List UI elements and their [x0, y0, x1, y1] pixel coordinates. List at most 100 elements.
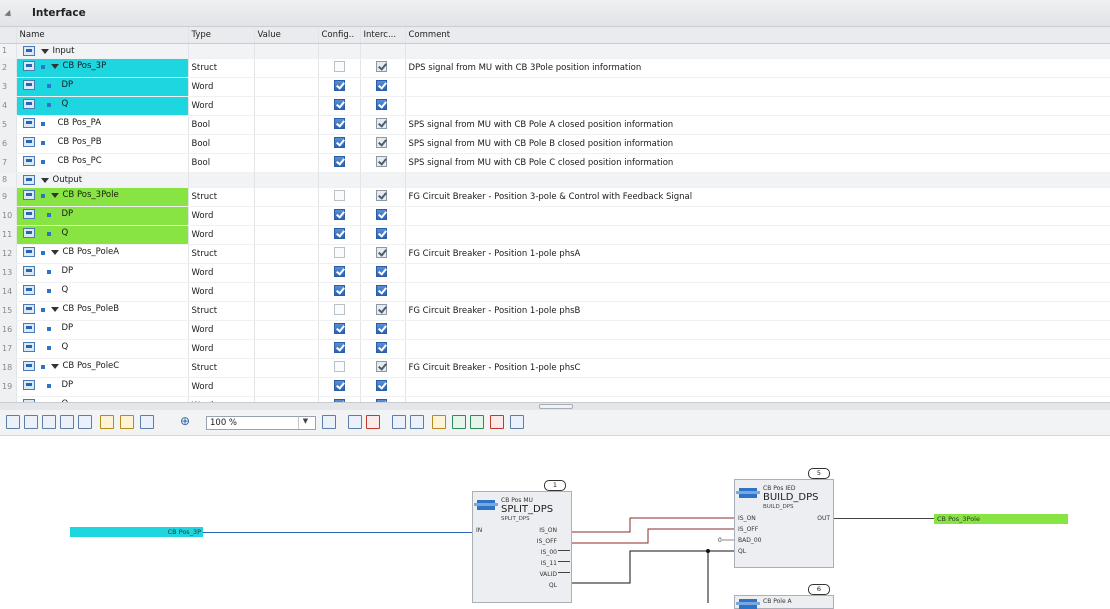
comment-cell[interactable] — [405, 282, 1110, 302]
type-cell[interactable] — [188, 172, 255, 188]
network-icon[interactable] — [78, 415, 92, 429]
value-cell[interactable] — [254, 187, 319, 207]
interconnect-checkbox[interactable] — [375, 360, 387, 372]
value-cell[interactable] — [254, 358, 319, 378]
interconnect-checkbox[interactable] — [375, 98, 387, 110]
table-row[interactable]: 19 DP Word — [0, 377, 1110, 397]
interconnect-checkbox[interactable] — [375, 60, 387, 72]
config-checkbox[interactable] — [333, 360, 345, 372]
comment-cell[interactable] — [405, 339, 1110, 359]
value-cell[interactable] — [254, 282, 319, 302]
comment-cell[interactable] — [405, 172, 1110, 188]
compile-icon[interactable] — [100, 415, 114, 429]
config-checkbox[interactable] — [333, 379, 345, 391]
expand-arrow-icon[interactable] — [40, 177, 49, 183]
config-checkbox[interactable] — [333, 155, 345, 167]
table-row[interactable]: 14 Q Word — [0, 282, 1110, 302]
name-cell[interactable]: CB Pos_PoleA — [16, 244, 189, 264]
interconnect-checkbox[interactable] — [375, 136, 387, 148]
wire-ql[interactable] — [572, 550, 734, 584]
value-cell[interactable] — [254, 96, 319, 116]
type-cell[interactable]: Word — [188, 377, 255, 397]
comment-cell[interactable] — [405, 225, 1110, 245]
config-checkbox[interactable] — [333, 265, 345, 277]
value-cell[interactable] — [254, 320, 319, 340]
interconnect-checkbox[interactable] — [375, 117, 387, 129]
splitter-grip-icon[interactable] — [539, 404, 573, 409]
name-cell[interactable]: Q — [16, 96, 189, 116]
config-checkbox[interactable] — [333, 208, 345, 220]
jump-icon[interactable] — [470, 415, 484, 429]
lock-icon[interactable] — [490, 415, 504, 429]
type-cell[interactable]: Word — [188, 225, 255, 245]
interconnect-checkbox[interactable] — [375, 265, 387, 277]
type-cell[interactable]: Struct — [188, 58, 255, 78]
comment-cell[interactable]: DPS signal from MU with CB 3Pole positio… — [405, 58, 1110, 78]
expand-arrow-icon[interactable] — [50, 363, 59, 369]
routing-icon[interactable] — [392, 415, 406, 429]
interconnect-checkbox[interactable] — [375, 322, 387, 334]
type-cell[interactable]: Word — [188, 320, 255, 340]
config-checkbox[interactable] — [333, 341, 345, 353]
type-cell[interactable]: Bool — [188, 115, 255, 135]
name-cell[interactable]: DP — [16, 377, 189, 397]
type-cell[interactable]: Struct — [188, 358, 255, 378]
value-cell[interactable] — [254, 244, 319, 264]
name-cell[interactable]: CB Pos_PB — [16, 134, 189, 154]
value-cell[interactable] — [254, 115, 319, 135]
table-row[interactable]: 8 Output — [0, 172, 1110, 188]
value-cell[interactable] — [254, 206, 319, 226]
config-checkbox[interactable] — [333, 322, 345, 334]
expand-arrow-icon[interactable] — [50, 249, 59, 255]
interconnect-checkbox[interactable] — [375, 79, 387, 91]
grid-icon[interactable] — [60, 415, 74, 429]
interconnect-checkbox[interactable] — [375, 246, 387, 258]
config-checkbox[interactable] — [333, 117, 345, 129]
config-checkbox[interactable] — [333, 79, 345, 91]
value-cell[interactable] — [254, 77, 319, 97]
name-cell[interactable]: DP — [16, 320, 189, 340]
expand-arrow-icon[interactable] — [50, 306, 59, 312]
table-row[interactable]: 16 DP Word — [0, 320, 1110, 340]
config-checkbox[interactable] — [333, 136, 345, 148]
interconnection-icon[interactable] — [410, 415, 424, 429]
interface-table[interactable]: Name Type Value Config.. Interc... Comme… — [0, 27, 1110, 402]
type-cell[interactable]: Bool — [188, 153, 255, 173]
value-cell[interactable] — [254, 134, 319, 154]
table-row[interactable]: 3 DP Word — [0, 77, 1110, 97]
table-row[interactable]: 12 CB Pos_PoleA Struct FG Circuit Breaker -… — [0, 244, 1110, 264]
interconnect-checkbox[interactable] — [375, 189, 387, 201]
table-row[interactable]: 11 Q Word — [0, 225, 1110, 245]
name-cell[interactable]: CB Pos_PA — [16, 115, 189, 135]
comment-cell[interactable]: SPS signal from MU with CB Pole A closed… — [405, 115, 1110, 135]
expand-arrow-icon[interactable] — [40, 48, 49, 54]
value-cell[interactable] — [254, 172, 319, 188]
comment-cell[interactable] — [405, 43, 1110, 59]
interconnect-checkbox[interactable] — [375, 284, 387, 296]
interconnect-checkbox[interactable] — [375, 155, 387, 167]
layout-icon[interactable] — [6, 415, 20, 429]
value-cell[interactable] — [254, 377, 319, 397]
comment-cell[interactable]: FG Circuit Breaker - Position 1-pole phs… — [405, 301, 1110, 321]
comment-cell[interactable]: FG Circuit Breaker - Position 1-pole phs… — [405, 244, 1110, 264]
monitor-icon[interactable] — [120, 415, 134, 429]
insert-block-icon[interactable] — [322, 415, 336, 429]
expand-arrow-icon[interactable] — [50, 63, 59, 69]
name-cell[interactable]: DP — [16, 206, 189, 226]
comment-cell[interactable] — [405, 320, 1110, 340]
type-cell[interactable]: Word — [188, 263, 255, 283]
name-cell[interactable]: Output — [16, 172, 189, 188]
type-cell[interactable]: Word — [188, 282, 255, 302]
table-row[interactable]: 4 Q Word — [0, 96, 1110, 116]
column-header-config[interactable]: Config.. — [318, 27, 361, 44]
name-cell[interactable]: CB Pos_PoleC — [16, 358, 189, 378]
name-cell[interactable]: DP — [16, 263, 189, 283]
interconnect-checkbox[interactable] — [375, 303, 387, 315]
table-row[interactable]: 10 DP Word — [0, 206, 1110, 226]
column-header-name[interactable]: Name — [16, 27, 189, 44]
function-diagram-canvas[interactable]: CB Pos_3P 1 CB Pos MU SPLIT_DPS SPLIT_DP… — [0, 436, 1110, 609]
name-cell[interactable]: CB Pos_PoleB — [16, 301, 189, 321]
comment-cell[interactable] — [405, 206, 1110, 226]
collapse-arrow-icon[interactable] — [4, 9, 14, 20]
table-row[interactable]: 9 CB Pos_3Pole Struct FG Circuit Breaker - … — [0, 187, 1110, 207]
